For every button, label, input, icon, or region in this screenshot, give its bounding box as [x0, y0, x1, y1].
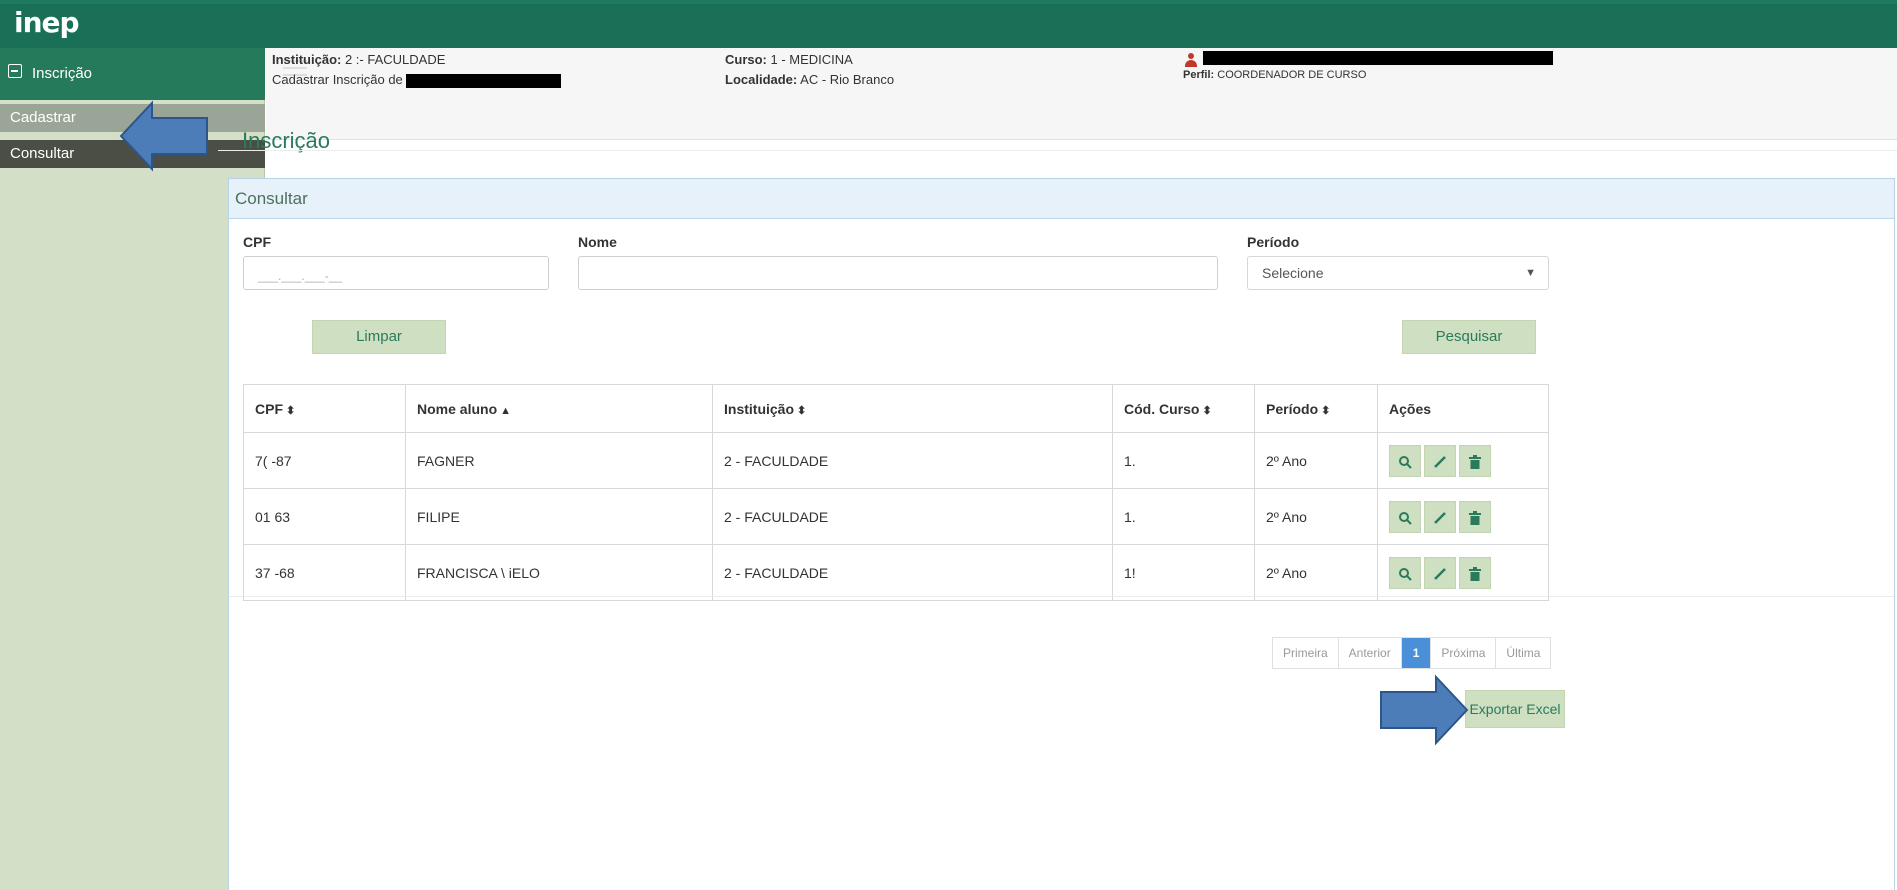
annotation-arrow-left	[119, 100, 208, 172]
collapse-icon[interactable]	[8, 64, 22, 78]
col-instituicao[interactable]: Instituição ⬍	[712, 384, 1113, 433]
sort-asc-icon: ▲	[500, 404, 512, 417]
institution-info: Instituição: 2 :- FACULDADE Cadastrar In…	[272, 50, 672, 90]
panel-header: Consultar	[229, 179, 1894, 219]
export-excel-button[interactable]: Exportar Excel	[1465, 690, 1565, 728]
perfil-label: Perfil:	[1183, 69, 1215, 81]
cpf-label: CPF	[243, 234, 271, 250]
periodo-selected: Selecione	[1262, 265, 1324, 281]
panel-title: Consultar	[235, 189, 308, 208]
pagination: Primeira Anterior 1 Próxima Última	[1272, 637, 1552, 669]
cell-nome: FRANCISCA \ iELO	[405, 544, 713, 601]
col-periodo[interactable]: Período ⬍	[1254, 384, 1378, 433]
cell-acoes	[1377, 544, 1549, 601]
cadastrar-text: Cadastrar Inscrição de	[272, 72, 403, 87]
localidade-label: Localidade:	[725, 72, 798, 87]
view-button[interactable]	[1389, 500, 1421, 533]
table-header-row: CPF ⬍ Nome aluno ▲ Instituição ⬍ Cód. Curso…	[243, 384, 1549, 433]
cell-cod-curso: 1.	[1112, 488, 1255, 545]
chevron-down-icon: ▼	[1525, 267, 1536, 279]
trash-icon	[1469, 454, 1481, 469]
delete-button[interactable]	[1459, 556, 1491, 589]
sort-icon: ⬍	[1202, 404, 1212, 417]
sidebar-header-label: Inscrição	[32, 65, 93, 82]
search-button[interactable]: Pesquisar	[1402, 320, 1536, 354]
page-current[interactable]: 1	[1401, 638, 1432, 668]
cell-periodo: 2º Ano	[1254, 488, 1378, 545]
nome-input[interactable]	[578, 256, 1218, 290]
edit-button[interactable]	[1424, 500, 1456, 533]
cell-cpf: 37 -68	[243, 544, 406, 601]
course-info: Curso: 1 - MEDICINA Localidade: AC - Rio…	[725, 50, 1025, 90]
page-last[interactable]: Última	[1496, 638, 1551, 668]
pencil-icon	[1434, 511, 1446, 524]
instituicao-label: Instituição:	[272, 52, 342, 67]
search-icon	[1399, 511, 1412, 525]
view-button[interactable]	[1389, 556, 1421, 589]
cell-cpf: 7( -87	[243, 432, 406, 489]
view-button[interactable]	[1389, 444, 1421, 477]
periodo-select[interactable]: Selecione ▼	[1247, 256, 1549, 290]
localidade-value: AC - Rio Branco	[800, 72, 895, 87]
cell-cod-curso: 1!	[1112, 544, 1255, 601]
cell-acoes	[1377, 488, 1549, 545]
pencil-icon	[1434, 567, 1446, 580]
sidebar-header[interactable]: Inscrição	[0, 48, 265, 100]
cpf-input[interactable]: ___.___.___-__	[243, 256, 549, 290]
cell-instituicao: 2 - FACULDADE	[712, 488, 1113, 545]
delete-button[interactable]	[1459, 444, 1491, 477]
browser-strip	[0, 0, 1897, 4]
sort-icon: ⬍	[286, 404, 296, 417]
col-cod-curso[interactable]: Cód. Curso ⬍	[1112, 384, 1255, 433]
page-prev[interactable]: Anterior	[1338, 638, 1402, 668]
top-bar: inep	[0, 0, 1897, 48]
pencil-icon	[1434, 455, 1446, 468]
perfil-value: COORDENADOR DE CURSO	[1217, 69, 1367, 81]
clear-button[interactable]: Limpar	[312, 320, 446, 354]
table-row: 01 63 FILIPE 2 - FACULDADE 1. 2º Ano	[243, 488, 1549, 545]
inep-logo: inep	[14, 6, 80, 39]
curso-label: Curso:	[725, 52, 767, 67]
title-divider	[218, 150, 1897, 151]
edit-button[interactable]	[1424, 556, 1456, 589]
nome-label: Nome	[578, 234, 617, 250]
cell-periodo: 2º Ano	[1254, 544, 1378, 601]
instituicao-value: 2 :- FACULDADE	[344, 52, 446, 67]
cell-nome: FAGNER	[405, 432, 713, 489]
table-row: 7( -87 FAGNER 2 - FACULDADE 1. 2º Ano	[243, 432, 1549, 489]
annotation-arrow-right	[1380, 674, 1469, 746]
cell-instituicao: 2 - FACULDADE	[712, 544, 1113, 601]
cell-nome: FILIPE	[405, 488, 713, 545]
profile-info: Perfil: COORDENADOR DE CURSO	[1183, 65, 1366, 85]
sort-icon: ⬍	[1321, 404, 1331, 417]
delete-button[interactable]	[1459, 500, 1491, 533]
col-nome[interactable]: Nome aluno ▲	[405, 384, 713, 433]
search-icon	[1399, 455, 1412, 469]
table-divider	[229, 596, 1894, 597]
col-cpf[interactable]: CPF ⬍	[243, 384, 406, 433]
cell-cod-curso: 1.	[1112, 432, 1255, 489]
cell-periodo: 2º Ano	[1254, 432, 1378, 489]
results-table: CPF ⬍ Nome aluno ▲ Instituição ⬍ Cód. Curso…	[243, 384, 1549, 601]
sidebar: Inscrição Cadastrar Consultar	[0, 48, 265, 890]
page-first[interactable]: Primeira	[1273, 638, 1339, 668]
trash-icon	[1469, 566, 1481, 581]
sort-icon: ⬍	[797, 404, 807, 417]
redacted-name	[406, 73, 562, 88]
col-acoes: Ações	[1377, 384, 1549, 433]
cell-acoes	[1377, 432, 1549, 489]
periodo-label: Período	[1247, 234, 1300, 250]
search-icon	[1399, 567, 1412, 581]
edit-button[interactable]	[1424, 444, 1456, 477]
page-next[interactable]: Próxima	[1431, 638, 1497, 668]
table-row: 37 -68 FRANCISCA \ iELO 2 - FACULDADE 1!…	[243, 544, 1549, 601]
trash-icon	[1469, 510, 1481, 525]
cell-cpf: 01 63	[243, 488, 406, 545]
curso-value: 1 - MEDICINA	[770, 52, 853, 67]
redacted-username	[1203, 51, 1553, 65]
cell-instituicao: 2 - FACULDADE	[712, 432, 1113, 489]
